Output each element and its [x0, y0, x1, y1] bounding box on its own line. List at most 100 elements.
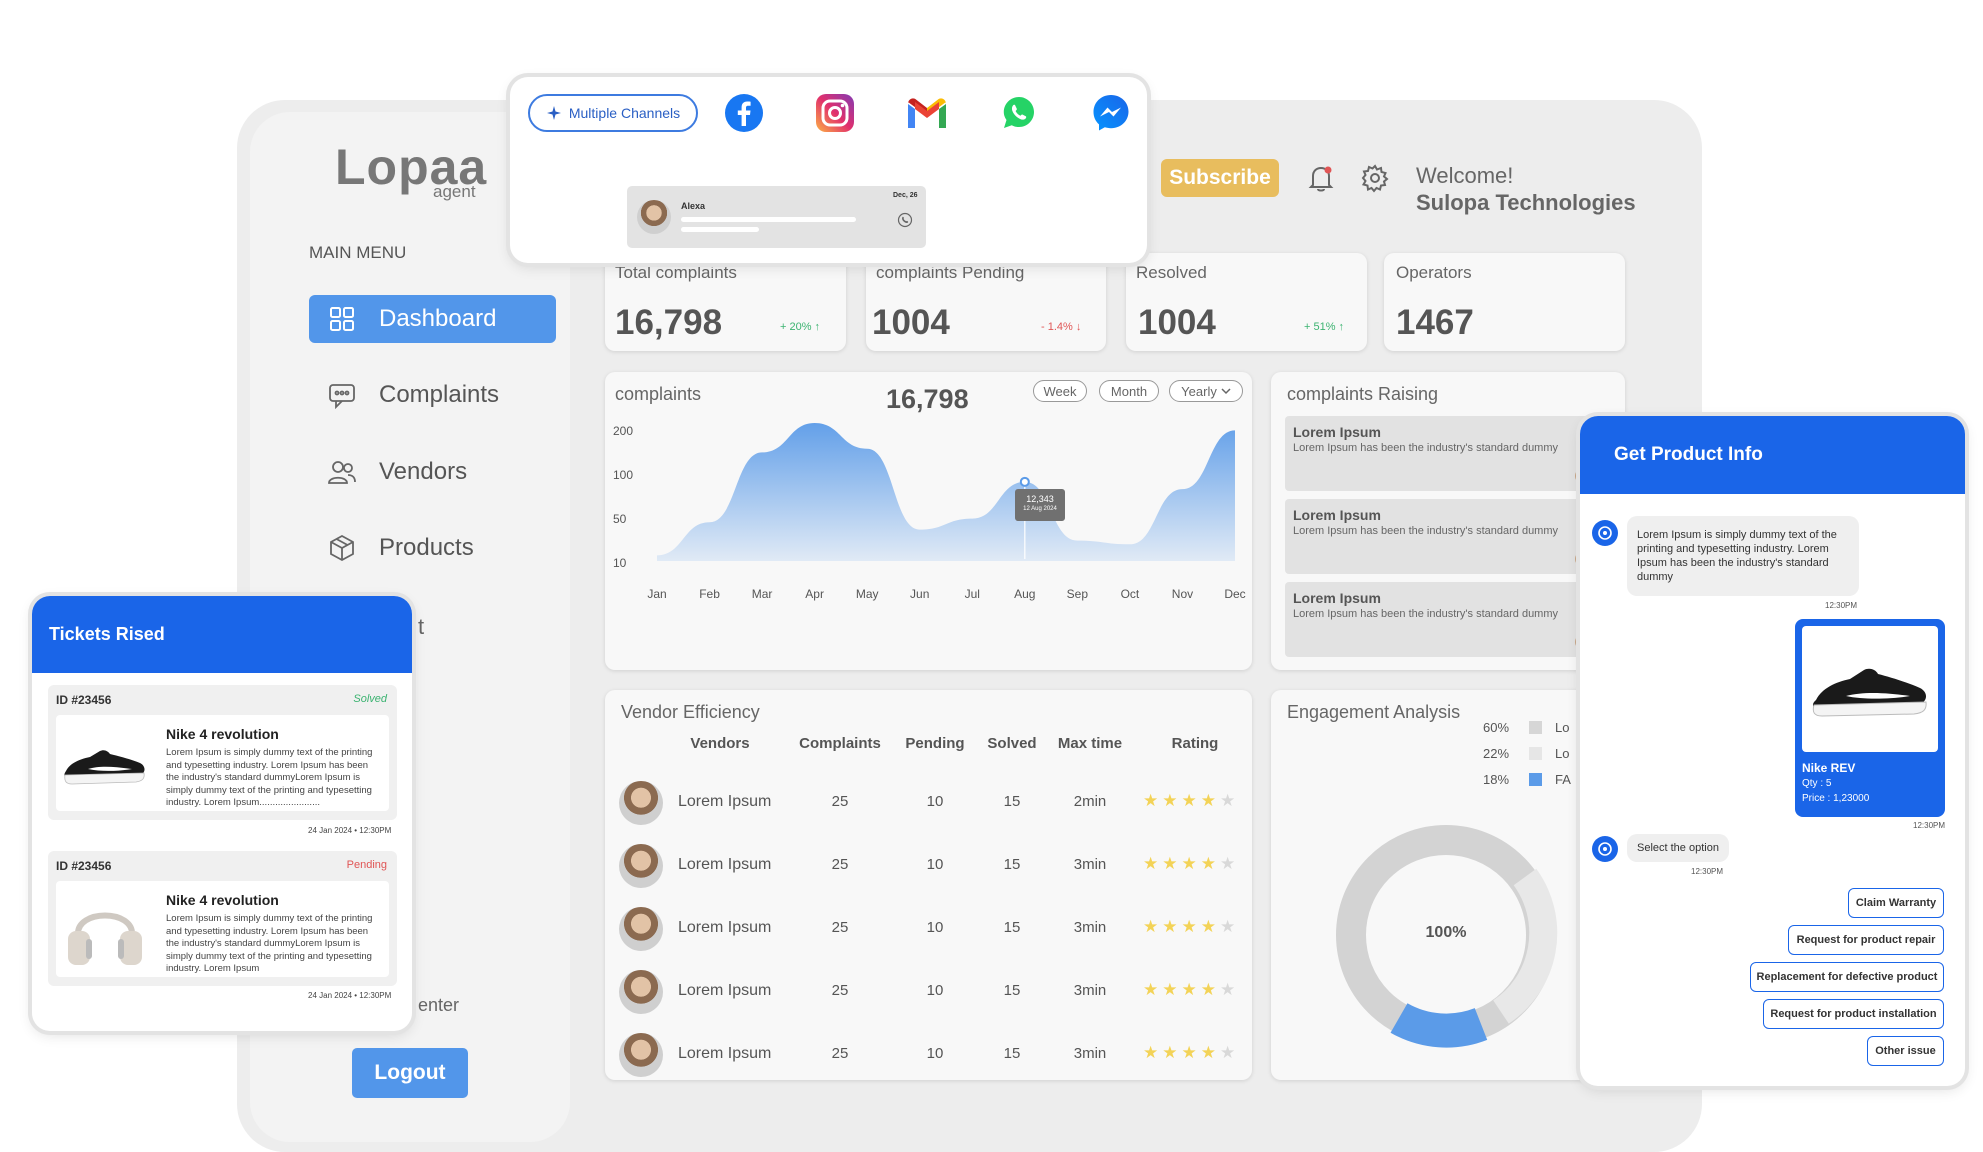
legend-swatch	[1529, 747, 1542, 760]
option-installation[interactable]: Request for product installation	[1763, 999, 1944, 1029]
rating-stars: ★★★★★	[1143, 791, 1239, 811]
main-menu-label: MAIN MENU	[309, 243, 407, 262]
message-time: 12:30PM	[1691, 867, 1724, 876]
product-info-panel: Get Product Info Lorem Ipsum is simply d…	[1580, 416, 1965, 1086]
bell-icon[interactable]	[1306, 163, 1336, 193]
ticket-desc: Lorem Ipsum is simply dummy text of the …	[166, 747, 373, 808]
star-icon: ★	[1162, 1043, 1182, 1062]
vendor-efficiency-card: Vendor Efficiency Vendors Complaints Pen…	[605, 690, 1252, 1080]
stat-title: Operators	[1396, 263, 1472, 282]
vendor-max-time: 3min	[1073, 919, 1107, 936]
product-card[interactable]: Nike REV Qty : 5 Price : 1,23000	[1795, 619, 1945, 817]
list-item[interactable]: Lorem Ipsum Lorem Ipsum has been the ind…	[1285, 499, 1615, 574]
legend-label: FA	[1555, 772, 1571, 787]
channel-message-preview[interactable]: Alexa Dec, 26	[627, 186, 926, 248]
ticket-date: 24 Jan 2024 • 12:30PM	[308, 826, 392, 835]
sidebar-item-label: Complaints	[379, 381, 500, 408]
avatar	[619, 844, 663, 888]
column-header: Vendors	[690, 735, 750, 752]
star-icon: ★	[1162, 791, 1182, 810]
bot-message: Select the option	[1627, 834, 1729, 862]
x-tick-label: Mar	[752, 587, 773, 601]
stat-card-pending: complaints Pending 1004 - 1.4% ↓	[866, 253, 1106, 351]
vendor-name: Lorem Ipsum	[678, 856, 772, 873]
sidebar-item-complaints[interactable]: Complaints	[309, 371, 556, 419]
star-icon: ★	[1220, 1043, 1240, 1062]
ticket-card[interactable]: ID #23456 Solved Nike 4 revolution Lorem…	[48, 685, 397, 820]
ticket-date: 24 Jan 2024 • 12:30PM	[308, 991, 392, 1000]
vendor-name: Lorem Ipsum	[678, 793, 772, 810]
option-other-issue[interactable]: Other issue	[1867, 1036, 1944, 1066]
ticket-card[interactable]: ID #23456 Pending Nike 4 revolution Lore…	[48, 851, 397, 986]
users-icon	[327, 457, 357, 487]
chart-tooltip: 12,343 12 Aug 2024	[1015, 489, 1065, 521]
star-icon: ★	[1200, 1043, 1220, 1062]
x-tick-label: Oct	[1121, 587, 1140, 601]
vendor-pending: 10	[926, 856, 944, 873]
x-tick-label: Jan	[647, 587, 666, 601]
stat-value: 1004	[872, 303, 950, 342]
list-item[interactable]: Lorem Ipsum Lorem Ipsum has been the ind…	[1285, 582, 1615, 657]
legend-percent: 22%	[1483, 746, 1510, 761]
option-product-repair[interactable]: Request for product repair	[1788, 925, 1944, 955]
avatar	[619, 970, 663, 1014]
complaints-raising-card: complaints Raising Lorem Ipsum Lorem Ips…	[1271, 372, 1625, 670]
sidebar-item-label: Vendors	[379, 458, 468, 485]
ticket-desc: Lorem Ipsum is simply dummy text of the …	[166, 913, 373, 974]
sneaker-image	[60, 725, 150, 801]
facebook-icon[interactable]	[722, 91, 766, 135]
stat-trend: + 51% ↑	[1304, 321, 1345, 333]
rating-stars: ★★★★★	[1143, 917, 1239, 937]
section-title: Vendor Efficiency	[621, 702, 760, 722]
stat-title: complaints Pending	[876, 263, 1025, 282]
sidebar-item-products[interactable]: Products	[309, 524, 556, 572]
sidebar-item-vendors[interactable]: Vendors	[309, 448, 556, 496]
instagram-icon[interactable]	[813, 91, 857, 135]
gear-icon[interactable]	[1360, 163, 1390, 193]
option-claim-warranty[interactable]: Claim Warranty	[1848, 888, 1944, 918]
star-icon: ★	[1143, 980, 1163, 999]
legend-swatch	[1529, 721, 1542, 734]
vendor-name: Lorem Ipsum	[678, 919, 772, 936]
complaints-area-chart: 200 100 50 10 Jan Feb Mar Apr May Jun Jul Aug Sep Oct…	[613, 423, 1246, 601]
product-qty: Qty : 5	[1802, 778, 1832, 789]
vendor-pending: 10	[926, 793, 944, 810]
sidebar-item-partial[interactable]: t	[418, 614, 424, 640]
message-date: Dec, 26	[893, 192, 918, 199]
subscribe-button[interactable]: Subscribe	[1161, 159, 1279, 197]
messenger-icon[interactable]	[1089, 91, 1133, 135]
sidebar-item-dashboard[interactable]: Dashboard	[309, 295, 556, 343]
tickets-header: Tickets Rised	[32, 596, 412, 673]
product-image	[1802, 626, 1938, 752]
column-header: Complaints	[799, 735, 881, 752]
stat-trend: + 20% ↑	[780, 321, 821, 333]
marker-point[interactable]	[1019, 476, 1030, 487]
y-tick-label: 10	[613, 556, 627, 570]
tooltip-date: 12 Aug 2024	[1023, 506, 1057, 512]
x-tick-label: Sep	[1067, 587, 1089, 601]
list-item[interactable]: Lorem Ipsum Lorem Ipsum has been the ind…	[1285, 416, 1615, 491]
column-header: Max time	[1057, 735, 1123, 752]
ticket-id: ID #23456	[56, 693, 112, 707]
sidebar-item-help-center[interactable]: enter	[418, 995, 459, 1016]
logout-button[interactable]: Logout	[352, 1048, 468, 1098]
sender-name: Alexa	[681, 201, 706, 211]
star-icon: ★	[1200, 980, 1220, 999]
stat-value: 1467	[1396, 303, 1474, 342]
product-price: Price : 1,23000	[1802, 793, 1870, 804]
item-title: Lorem Ipsum	[1293, 590, 1381, 606]
whatsapp-icon[interactable]	[997, 91, 1041, 135]
item-title: Lorem Ipsum	[1293, 507, 1381, 523]
column-header: Rating	[1171, 735, 1219, 752]
legend-label: Lo	[1555, 746, 1570, 761]
bot-avatar-icon	[1592, 836, 1618, 862]
avatar	[619, 1033, 663, 1077]
item-text: Lorem Ipsum has been the industry's stan…	[1293, 525, 1559, 537]
stat-trend: - 1.4% ↓	[1041, 321, 1082, 333]
option-replacement[interactable]: Replacement for defective product	[1750, 962, 1944, 992]
multiple-channels-button[interactable]: Multiple Channels	[528, 94, 698, 132]
gmail-icon[interactable]	[905, 91, 949, 135]
item-title: Lorem Ipsum	[1293, 424, 1381, 440]
vendor-name: Lorem Ipsum	[678, 1045, 772, 1062]
tooltip-value: 12,343	[1026, 494, 1054, 504]
